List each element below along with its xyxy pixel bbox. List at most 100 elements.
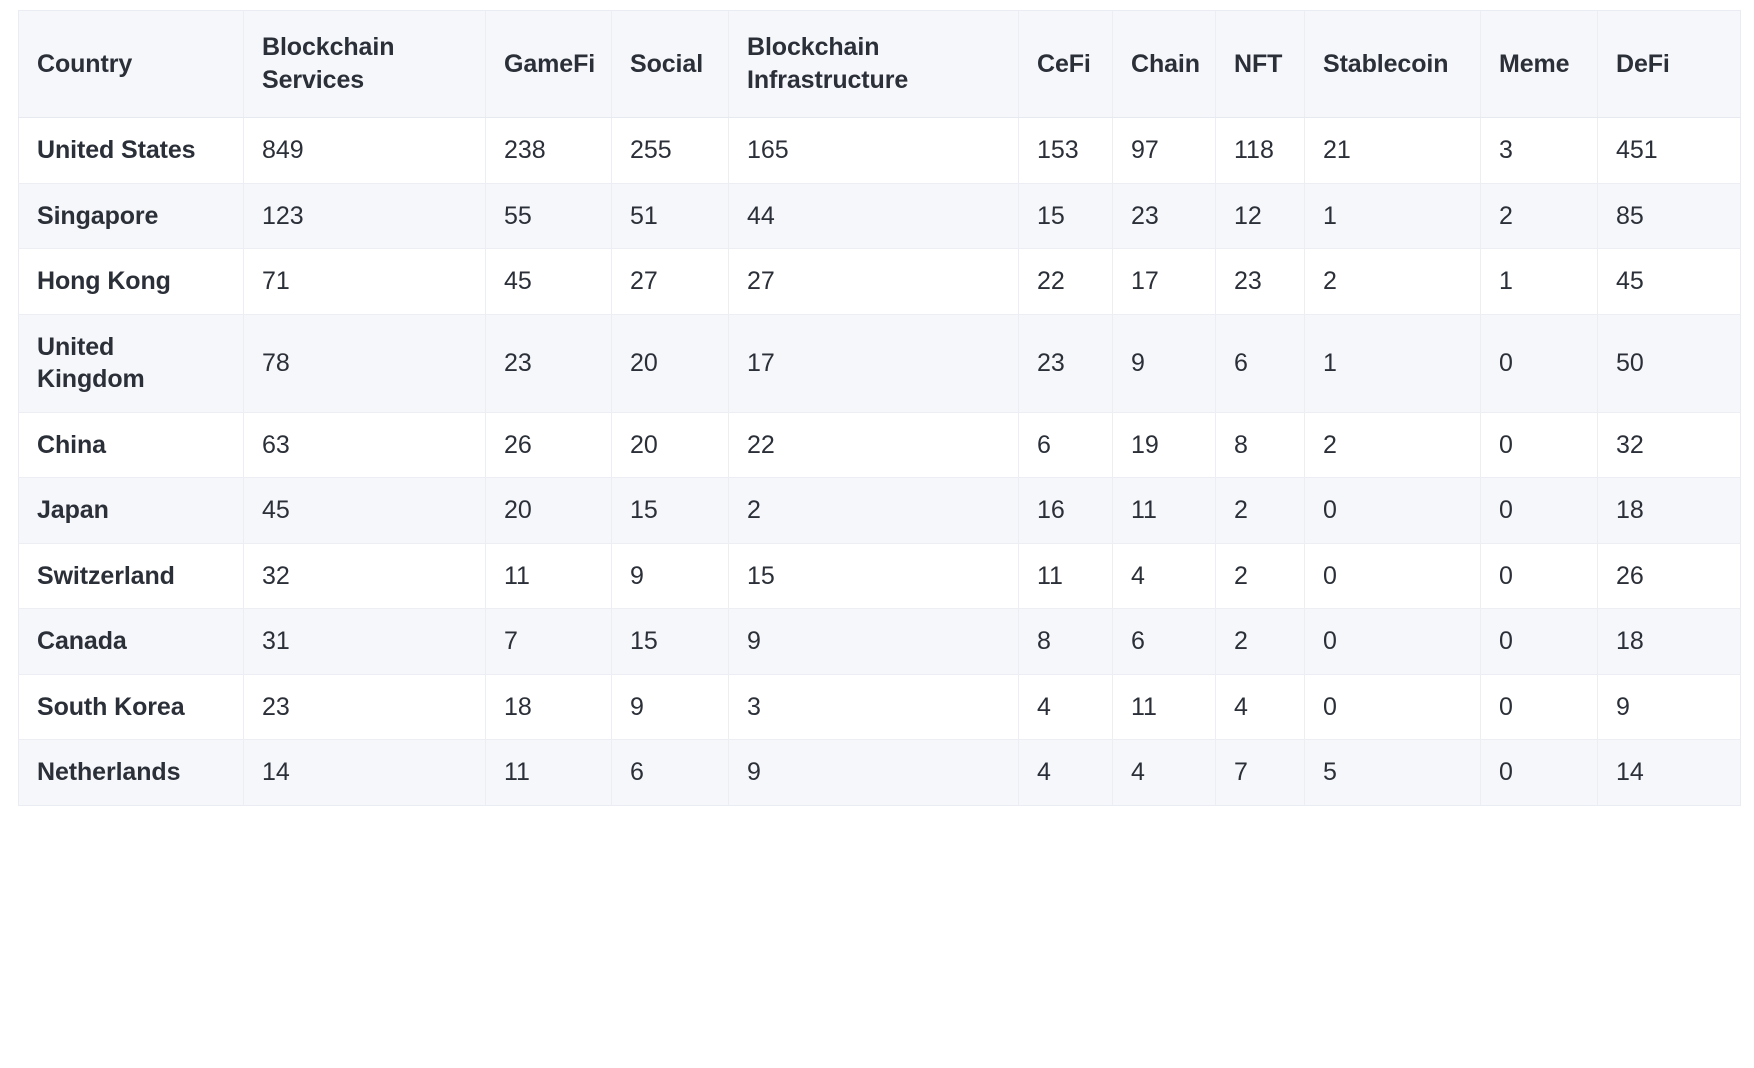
cell-value: 4 [1215, 674, 1305, 740]
cell-value: 20 [611, 412, 729, 478]
table-row[interactable]: United Kingdom 78 23 20 17 23 9 6 1 0 50 [18, 314, 1741, 413]
cell-value: 9 [611, 543, 729, 609]
cell-value: 45 [1597, 248, 1741, 315]
cell-value: 0 [1480, 412, 1598, 478]
cell-value: 8 [1018, 608, 1113, 675]
row-country-label: United Kingdom [18, 314, 244, 413]
cell-value: 0 [1480, 739, 1598, 805]
table-row[interactable]: Canada 31 7 15 9 8 6 2 0 0 18 [18, 608, 1741, 675]
row-country-label: China [18, 412, 244, 478]
table-container: Country Blockchain Services GameFi Socia… [0, 0, 1754, 1068]
column-header-blockchain-infrastructure[interactable]: Blockchain Infrastructure [728, 10, 1019, 118]
cell-value: 9 [1597, 674, 1741, 740]
cell-value: 0 [1480, 477, 1598, 544]
table-body: United States 849 238 255 165 153 97 118 21 3 451 S… [18, 117, 1741, 805]
cell-value: 78 [243, 314, 486, 413]
cell-value: 9 [728, 608, 1019, 675]
cell-value: 123 [243, 183, 486, 249]
cell-value: 27 [728, 248, 1019, 315]
cell-value: 9 [611, 674, 729, 740]
cell-value: 2 [1215, 608, 1305, 675]
cell-value: 3 [728, 674, 1019, 740]
cell-value: 3 [1480, 117, 1598, 184]
cell-value: 9 [728, 739, 1019, 805]
cell-value: 20 [611, 314, 729, 413]
cell-value: 50 [1597, 314, 1741, 413]
cell-value: 45 [243, 477, 486, 544]
table-row[interactable]: Japan 45 20 15 2 16 11 2 0 0 18 [18, 477, 1741, 544]
row-country-label: South Korea [18, 674, 244, 740]
cell-value: 238 [485, 117, 612, 184]
cell-value: 1 [1304, 314, 1481, 413]
cell-value: 153 [1018, 117, 1113, 184]
row-country-label: Netherlands [18, 739, 244, 805]
cell-value: 9 [1112, 314, 1216, 413]
column-header-gamefi[interactable]: GameFi [485, 10, 612, 118]
cell-value: 12 [1215, 183, 1305, 249]
cell-value: 23 [485, 314, 612, 413]
table-header: Country Blockchain Services GameFi Socia… [18, 10, 1741, 118]
table-header-row: Country Blockchain Services GameFi Socia… [18, 10, 1741, 118]
cell-value: 17 [728, 314, 1019, 413]
table-row[interactable]: United States 849 238 255 165 153 97 118 21 3 451 [18, 117, 1741, 184]
table-row[interactable]: Netherlands 14 11 6 9 4 4 7 5 0 14 [18, 739, 1741, 805]
cell-value: 44 [728, 183, 1019, 249]
cell-value: 18 [1597, 608, 1741, 675]
cell-value: 2 [1215, 543, 1305, 609]
cell-value: 11 [485, 739, 612, 805]
cell-value: 4 [1112, 739, 1216, 805]
cell-value: 97 [1112, 117, 1216, 184]
cell-value: 14 [1616, 758, 1644, 786]
cell-value: 2 [1215, 477, 1305, 544]
table-row[interactable]: Singapore 123 55 51 44 15 23 12 1 2 85 [18, 183, 1741, 249]
cell-value: 23 [1215, 248, 1305, 315]
cell-value: 23 [1112, 183, 1216, 249]
row-country-label: Canada [18, 608, 244, 675]
column-header-defi[interactable]: DeFi [1597, 10, 1741, 118]
cell-value: 2 [728, 477, 1019, 544]
table-row[interactable]: Switzerland 32 11 9 15 11 4 2 0 0 26 [18, 543, 1741, 609]
table-row[interactable]: Hong Kong 71 45 27 27 22 17 23 2 1 45 [18, 248, 1741, 315]
cell-value: 0 [1304, 674, 1481, 740]
cell-value: 11 [1112, 674, 1216, 740]
cell-value: 32 [243, 543, 486, 609]
cell-value: 8 [1215, 412, 1305, 478]
cell-value: 451 [1597, 117, 1741, 184]
cell-value: 16 [1018, 477, 1113, 544]
cell-value: 19 [1112, 412, 1216, 478]
cell-value: 17 [1112, 248, 1216, 315]
cell-value: 18 [485, 674, 612, 740]
cell-value: 85 [1597, 183, 1741, 249]
row-country-label: Japan [18, 477, 244, 544]
cell-value: 0 [1480, 314, 1598, 413]
cell-value: 4 [1112, 543, 1216, 609]
cell-value: 14 [243, 739, 486, 805]
row-country-label: Singapore [18, 183, 244, 249]
cell-value: 2 [1480, 183, 1598, 249]
cell-value: 0 [1304, 477, 1481, 544]
column-header-social[interactable]: Social [611, 10, 729, 118]
cell-value: 55 [485, 183, 612, 249]
cell-value: 5 [1304, 739, 1481, 805]
cell-value: 1 [1480, 248, 1598, 315]
column-header-country[interactable]: Country [18, 10, 244, 118]
row-country-label: United States [18, 117, 244, 184]
column-header-blockchain-services[interactable]: Blockchain Services [243, 10, 486, 118]
column-header-nft[interactable]: NFT [1215, 10, 1305, 118]
cell-value: 7 [485, 608, 612, 675]
cell-value: 7 [1215, 739, 1305, 805]
column-header-stablecoin[interactable]: Stablecoin [1304, 10, 1481, 118]
cell-value: 0 [1304, 608, 1481, 675]
table-row[interactable]: China 63 26 20 22 6 19 8 2 0 32 [18, 412, 1741, 478]
table-row[interactable]: South Korea 23 18 9 3 4 11 4 0 0 9 [18, 674, 1741, 740]
column-header-meme[interactable]: Meme [1480, 10, 1598, 118]
column-header-cefi[interactable]: CeFi [1018, 10, 1113, 118]
country-category-table: Country Blockchain Services GameFi Socia… [18, 10, 1741, 806]
cell-value: 4 [1018, 739, 1113, 805]
cell-value: 51 [611, 183, 729, 249]
cell-value: 26 [485, 412, 612, 478]
cell-value: 22 [1018, 248, 1113, 315]
column-header-chain[interactable]: Chain [1112, 10, 1216, 118]
cell-value: 165 [728, 117, 1019, 184]
cell-value: 4 [1018, 674, 1113, 740]
